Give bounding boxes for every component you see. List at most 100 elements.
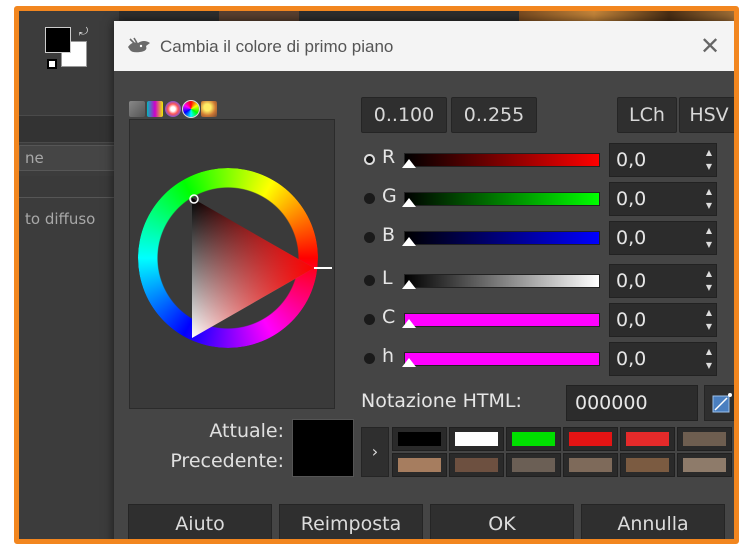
channel-label: C	[382, 306, 396, 328]
wheel-selector-icon[interactable]	[182, 100, 200, 118]
background-text: to diffuso	[25, 210, 96, 228]
html-notation-label: Notazione HTML:	[361, 390, 522, 412]
channel-slider-b[interactable]	[404, 231, 600, 245]
background-field	[19, 176, 119, 198]
reset-button[interactable]: Reimposta	[279, 504, 423, 539]
history-expand-button[interactable]: ›	[361, 427, 389, 477]
channel-label: L	[382, 267, 393, 289]
channel-row-l: L 0,0 ▲ ▼	[364, 264, 734, 298]
channel-radio-b[interactable]	[364, 232, 375, 243]
html-notation-value: 000000	[575, 392, 648, 414]
color-picker-button[interactable]	[704, 385, 734, 421]
previous-color-label: Precedente:	[170, 450, 284, 472]
channel-value-g[interactable]: 0,0 ▲ ▼	[609, 182, 717, 216]
channel-value-text: 0,0	[616, 348, 647, 370]
spin-arrows-icon[interactable]: ▲ ▼	[704, 267, 714, 295]
background-text: ne	[25, 149, 44, 167]
current-color-label: Attuale:	[209, 420, 284, 442]
channel-value-b[interactable]: 0,0 ▲ ▼	[609, 221, 717, 255]
slider-marker-icon[interactable]	[402, 159, 416, 168]
history-color-swatch[interactable]	[506, 453, 561, 477]
slider-marker-icon[interactable]	[402, 237, 416, 246]
channel-slider-r[interactable]	[404, 153, 600, 167]
dialog-title: Cambia il colore di primo piano	[160, 37, 394, 56]
lch-button[interactable]: LCh	[617, 97, 677, 133]
channel-value-text: 0,0	[616, 188, 647, 210]
channel-slider-g[interactable]	[404, 192, 600, 206]
color-triangle-wheel[interactable]	[130, 120, 336, 410]
slider-marker-icon[interactable]	[402, 198, 416, 207]
channel-label: G	[382, 185, 397, 207]
history-color-swatch[interactable]	[563, 453, 618, 477]
channel-value-c[interactable]: 0,0 ▲ ▼	[609, 303, 717, 337]
channel-label: B	[382, 224, 396, 246]
channel-value-text: 0,0	[616, 309, 647, 331]
channel-value-text: 0,0	[616, 227, 647, 249]
spin-arrows-icon[interactable]: ▲ ▼	[704, 306, 714, 334]
cancel-button[interactable]: Annulla	[581, 504, 725, 539]
spin-arrows-icon[interactable]: ▲ ▼	[704, 146, 714, 174]
palette-selector-icon[interactable]	[201, 101, 217, 117]
spin-arrows-icon[interactable]: ▲ ▼	[704, 224, 714, 252]
default-colors-icon[interactable]	[47, 59, 57, 69]
channel-value-l[interactable]: 0,0 ▲ ▼	[609, 264, 717, 298]
dialog-titlebar[interactable]: Cambia il colore di primo piano ✕	[114, 21, 734, 71]
channel-slider-l[interactable]	[404, 274, 600, 288]
history-color-swatch[interactable]	[506, 427, 561, 451]
history-color-swatch[interactable]	[620, 427, 675, 451]
help-button[interactable]: Aiuto	[128, 504, 272, 539]
history-color-swatch[interactable]	[449, 453, 504, 477]
watercolor-selector-icon[interactable]	[165, 101, 181, 117]
channel-value-h[interactable]: 0,0 ▲ ▼	[609, 342, 717, 376]
slider-marker-icon[interactable]	[402, 280, 416, 289]
history-color-swatch[interactable]	[449, 427, 504, 451]
range-0-255-button[interactable]: 0..255	[451, 97, 537, 133]
slider-marker-icon[interactable]	[402, 358, 416, 367]
history-color-swatch[interactable]	[677, 427, 732, 451]
history-color-swatch[interactable]	[392, 453, 447, 477]
channel-row-h: h 0,0 ▲ ▼	[364, 342, 734, 376]
close-icon[interactable]: ✕	[695, 31, 725, 61]
channel-label: R	[382, 146, 396, 168]
color-history	[392, 427, 732, 477]
spin-arrows-icon[interactable]: ▲ ▼	[704, 345, 714, 373]
channel-value-text: 0,0	[616, 270, 647, 292]
channel-radio-r[interactable]	[364, 154, 375, 165]
channel-row-g: G 0,0 ▲ ▼	[364, 182, 734, 216]
history-color-swatch[interactable]	[392, 427, 447, 451]
swap-colors-icon[interactable]: ⤾	[79, 25, 88, 39]
slider-marker-icon[interactable]	[402, 319, 416, 328]
channel-radio-h[interactable]	[364, 353, 375, 364]
channel-row-r: R 0,0 ▲ ▼	[364, 143, 734, 177]
foreground-color-dialog: Cambia il colore di primo piano ✕ Attual…	[114, 21, 734, 539]
color-wheel-area[interactable]	[129, 119, 335, 409]
history-color-swatch[interactable]	[677, 453, 732, 477]
channel-slider-h[interactable]	[404, 352, 600, 366]
color-selector-tabs	[129, 100, 217, 119]
hsv-button[interactable]: HSV	[679, 97, 734, 133]
gimp-selector-icon[interactable]	[129, 101, 145, 117]
history-color-swatch[interactable]	[620, 453, 675, 477]
channel-row-c: C 0,0 ▲ ▼	[364, 303, 734, 337]
channel-row-b: B 0,0 ▲ ▼	[364, 221, 734, 255]
eyedropper-icon	[712, 393, 732, 413]
range-0-100-button[interactable]: 0..100	[361, 97, 447, 133]
channel-radio-g[interactable]	[364, 193, 375, 204]
channel-slider-c[interactable]	[404, 313, 600, 327]
gimp-wilber-icon	[128, 37, 150, 53]
screenshot-frame: ⤾ ne to diffuso Cambia il colore di prim…	[14, 6, 739, 544]
channel-label: h	[382, 345, 395, 367]
ok-button[interactable]: OK	[430, 504, 574, 539]
channel-radio-c[interactable]	[364, 314, 375, 325]
history-color-swatch[interactable]	[563, 427, 618, 451]
spin-arrows-icon[interactable]: ▲ ▼	[704, 185, 714, 213]
html-notation-input[interactable]: 000000	[566, 385, 698, 421]
background-toolbox	[19, 11, 119, 539]
channel-value-text: 0,0	[616, 149, 647, 171]
current-color-swatch	[292, 419, 354, 477]
channel-radio-l[interactable]	[364, 275, 375, 286]
background-panel-header	[19, 115, 119, 143]
channel-value-r[interactable]: 0,0 ▲ ▼	[609, 143, 717, 177]
cmyk-selector-icon[interactable]	[147, 101, 163, 117]
foreground-color-swatch[interactable]	[45, 27, 71, 53]
